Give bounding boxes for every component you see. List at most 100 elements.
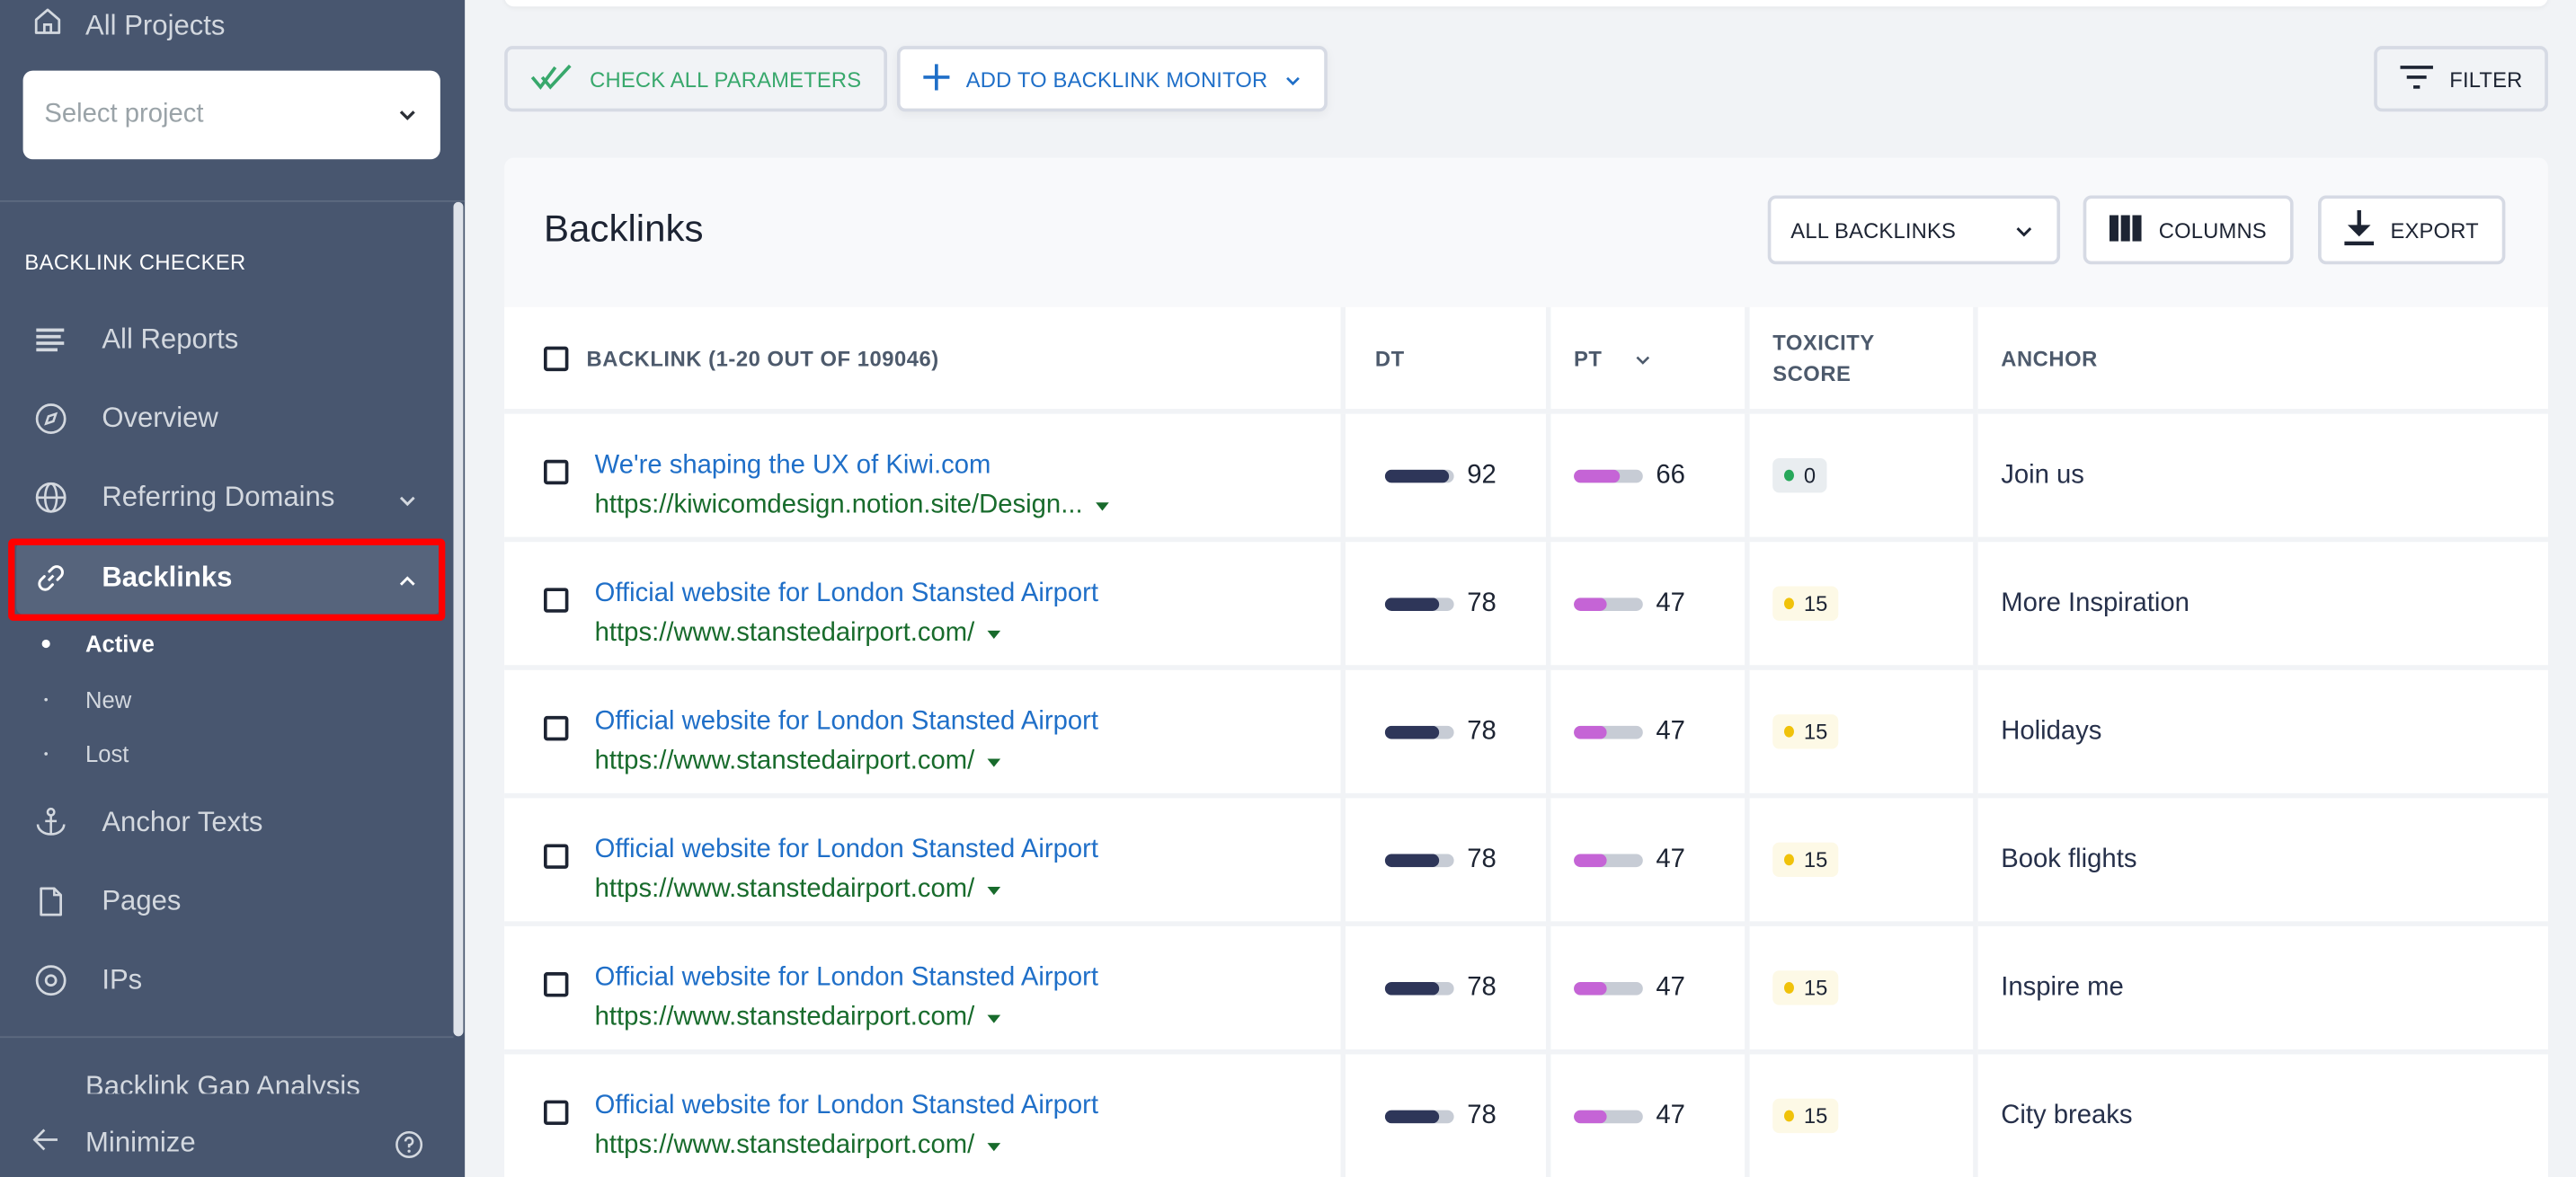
dt-cell: 78 [1346, 1054, 1551, 1177]
sidebar-item-ips[interactable]: IPs [16, 944, 440, 1016]
pt-cell: 47 [1550, 798, 1750, 926]
pt-bar [1574, 981, 1643, 995]
sidebar-item-overview[interactable]: Overview [16, 383, 440, 455]
toxicity-value: 0 [1803, 463, 1817, 488]
add-to-backlink-monitor-button[interactable]: ADD TO BACKLINK MONITOR [896, 46, 1328, 112]
page-title: Backlinks [544, 207, 704, 250]
backlink-title-link[interactable]: Official website for London Stansted Air… [595, 836, 1098, 865]
caret-down-icon[interactable] [987, 757, 1001, 766]
anchor-header-label: ANCHOR [2001, 345, 2098, 371]
check-all-label: CHECK ALL PARAMETERS [590, 66, 862, 92]
help-icon[interactable] [395, 1130, 424, 1168]
view-select-value: ALL BACKLINKS [1790, 217, 1957, 243]
dt-value: 78 [1467, 1101, 1497, 1129]
caret-down-icon[interactable] [987, 886, 1001, 895]
pt-cell: 66 [1550, 413, 1750, 543]
pt-bar [1574, 1109, 1643, 1123]
toxicity-dot-icon [1783, 854, 1794, 866]
dt-bar [1384, 468, 1454, 482]
project-select[interactable]: Select project [22, 70, 440, 160]
pt-bar-fill [1574, 724, 1607, 739]
dt-value: 78 [1467, 588, 1497, 617]
anchor-text: More Inspiration [2001, 588, 2190, 617]
toxicity-badge: 15 [1772, 586, 1840, 621]
backlink-url-link[interactable]: https://www.stanstedairport.com/ [595, 748, 1098, 777]
sidebar-item-backlinks[interactable]: Backlinks [16, 542, 440, 615]
backlink-title-link[interactable]: Official website for London Stansted Air… [595, 580, 1098, 609]
backlink-url-link[interactable]: https://www.stanstedairport.com/ [595, 619, 1098, 649]
row-checkbox[interactable] [544, 588, 569, 613]
row-checkbox[interactable] [544, 715, 569, 741]
sidebar-item-backlink-gap[interactable]: Backlink Gap Analysis [33, 1071, 360, 1094]
backlink-url-link[interactable]: https://kiwicomdesign.notion.site/Design… [595, 491, 1109, 521]
filter-label: FILTER [2449, 66, 2523, 92]
backlink-url-text: https://www.stanstedairport.com/ [594, 1003, 975, 1031]
backlinks-panel: Backlinks ALL BACKLINKS COLUMNS EXPORT B… [504, 157, 2548, 1177]
sidebar-scrollbar[interactable] [453, 201, 464, 1037]
toxicity-badge: 15 [1772, 1098, 1840, 1134]
pt-cell: 47 [1550, 542, 1750, 670]
export-button[interactable]: EXPORT [2318, 195, 2506, 265]
backlinks-view-select[interactable]: ALL BACKLINKS [1767, 195, 2061, 265]
sort-chevron-icon[interactable] [1635, 346, 1651, 370]
minimize-button[interactable]: Minimize [32, 1127, 196, 1160]
sidebar-subitem-new[interactable]: New [44, 686, 131, 712]
backlink-url-text: https://www.stanstedairport.com/ [594, 875, 975, 904]
column-header-pt[interactable]: PT [1550, 306, 1750, 414]
toxicity-dot-icon [1783, 1110, 1794, 1122]
row-checkbox[interactable] [544, 844, 569, 869]
backlink-title-link[interactable]: Official website for London Stansted Air… [595, 708, 1098, 738]
check-all-parameters-button[interactable]: CHECK ALL PARAMETERS [504, 46, 888, 112]
column-header-dt[interactable]: DT [1345, 306, 1551, 414]
columns-label: COLUMNS [2158, 217, 2267, 243]
table-row: Official website for London Stansted Air… [504, 1054, 2548, 1177]
sidebar: All Projects Select project BACKLINK CHE… [0, 0, 466, 1177]
column-header-toxicity[interactable]: TOXICITY SCORE [1749, 306, 1978, 414]
sidebar-item-referring-domains[interactable]: Referring Domains [16, 462, 440, 534]
caret-down-icon[interactable] [987, 629, 1001, 639]
plus-icon [923, 63, 950, 94]
all-projects-link[interactable]: All Projects [33, 6, 225, 44]
dt-bar [1384, 853, 1454, 867]
sidebar-item-pages[interactable]: Pages [16, 865, 440, 937]
caret-down-icon[interactable] [987, 1142, 1001, 1151]
chevron-up-icon [397, 563, 417, 597]
sidebar-subitem-lost[interactable]: Lost [44, 740, 129, 767]
caret-down-icon[interactable] [987, 1013, 1001, 1022]
select-all-checkbox[interactable] [544, 345, 569, 371]
backlink-title-link[interactable]: Official website for London Stansted Air… [595, 964, 1098, 994]
dt-bar-fill [1384, 724, 1439, 739]
backlink-url-link[interactable]: https://www.stanstedairport.com/ [595, 875, 1098, 905]
sidebar-item-label: IPs [102, 963, 143, 996]
pt-bar [1574, 468, 1643, 482]
sidebar-item-label: Backlink Gap Analysis [85, 1070, 360, 1094]
dt-bar-fill [1384, 597, 1439, 611]
arrow-left-icon [32, 1127, 59, 1160]
anchor-text: Join us [2001, 460, 2084, 489]
pt-value: 47 [1656, 972, 1685, 1002]
toxicity-dot-icon [1783, 725, 1794, 738]
backlink-cell: Official website for London Stansted Air… [504, 542, 1346, 670]
double-check-icon [530, 63, 573, 94]
row-checkbox[interactable] [544, 1100, 569, 1126]
backlink-url-text: https://www.stanstedairport.com/ [594, 619, 975, 648]
sidebar-subitem-active[interactable]: Active [41, 631, 155, 657]
backlink-url-link[interactable]: https://www.stanstedairport.com/ [595, 1131, 1098, 1161]
dt-bar-fill [1384, 853, 1439, 867]
filter-button[interactable]: FILTER [2374, 46, 2549, 112]
backlink-title-link[interactable]: We're shaping the UX of Kiwi.com [595, 452, 1109, 482]
toxicity-value: 15 [1803, 591, 1828, 616]
column-header-anchor[interactable]: ANCHOR [1977, 307, 2548, 414]
backlink-url-link[interactable]: https://www.stanstedairport.com/ [595, 1004, 1098, 1033]
row-checkbox[interactable] [544, 972, 569, 997]
add-monitor-label: ADD TO BACKLINK MONITOR [965, 66, 1268, 92]
bullet-icon [44, 752, 49, 756]
caret-down-icon[interactable] [1096, 501, 1109, 510]
backlink-url-text: https://kiwicomdesign.notion.site/Design… [594, 491, 1083, 519]
row-checkbox[interactable] [544, 459, 569, 485]
columns-button[interactable]: COLUMNS [2083, 195, 2294, 265]
sidebar-item-all-reports[interactable]: All Reports [16, 304, 440, 376]
backlink-title-link[interactable]: Official website for London Stansted Air… [595, 1092, 1098, 1121]
table-row: We're shaping the UX of Kiwi.com https:/… [504, 413, 2548, 543]
sidebar-item-anchor-texts[interactable]: Anchor Texts [16, 787, 440, 859]
